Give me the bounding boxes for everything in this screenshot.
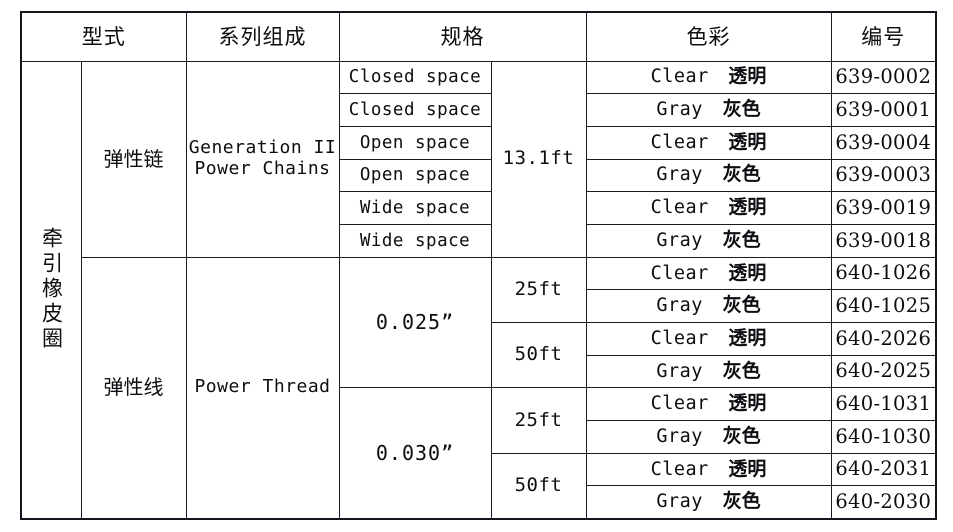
- color-cell: Gray 灰色: [585, 289, 832, 323]
- group-type-cell-0: 弹性链: [80, 60, 187, 258]
- color-cell: Gray 灰色: [585, 420, 832, 454]
- color-cn: 灰色: [722, 294, 761, 317]
- color-en: Gray: [656, 99, 703, 121]
- table-row: 牵引橡皮圈 弹性链 Generation II Power Chains Clo…: [20, 60, 937, 520]
- group-series-cell-0: Generation II Power Chains: [185, 60, 340, 258]
- page-root: 型式 系列组成 规格 色彩 编号 牵引橡皮圈 弹性链 Generation II…: [0, 0, 953, 532]
- number-cell: 639-0002: [830, 60, 937, 95]
- number-cell: 639-0019: [830, 191, 937, 225]
- number-cell: 639-0001: [830, 93, 937, 127]
- color-cell: Gray 灰色: [585, 485, 832, 520]
- color-cell: Clear 透明: [585, 452, 832, 487]
- color-cell: Gray 灰色: [585, 223, 832, 258]
- spec-cell: Wide space: [338, 191, 492, 225]
- number-cell: 640-2030: [830, 485, 937, 520]
- spec-length-cell: 50ft: [490, 321, 587, 389]
- header-cell-color: 色彩: [585, 11, 832, 62]
- color-cn: 灰色: [722, 424, 761, 447]
- color-cn: 透明: [728, 392, 767, 415]
- color-cell: Clear 透明: [585, 256, 832, 291]
- color-en: Clear: [650, 131, 709, 153]
- product-spec-table: 型式 系列组成 规格 色彩 编号 牵引橡皮圈 弹性链 Generation II…: [20, 11, 937, 520]
- color-cell: Gray 灰色: [585, 354, 832, 389]
- color-cell: Clear 透明: [585, 322, 832, 356]
- spec-cell: Open space: [338, 158, 492, 193]
- spec-size-cell-1: 0.030”: [338, 387, 492, 520]
- header-cell-type: 型式: [20, 11, 187, 62]
- table-row: 弹性线 Power Thread 0.025” 25ft Clear 透明 64…: [21, 256, 937, 520]
- number-cell: 640-1025: [830, 289, 937, 323]
- color-cn: 灰色: [722, 490, 761, 513]
- number-cell: 640-2025: [830, 354, 937, 389]
- number-cell: 640-2026: [830, 322, 937, 356]
- table-header-row: 型式 系列组成 规格 色彩 编号: [20, 11, 937, 62]
- color-en: Clear: [650, 393, 709, 415]
- number-cell: 639-0018: [830, 223, 937, 258]
- number-cell: 640-1030: [830, 420, 937, 454]
- color-cn: 透明: [728, 457, 767, 480]
- color-cell: Clear 透明: [585, 125, 832, 160]
- color-cn: 透明: [728, 196, 767, 219]
- number-cell: 640-1031: [830, 387, 937, 422]
- color-cn: 透明: [728, 261, 767, 284]
- color-en: Gray: [656, 164, 703, 186]
- color-cn: 透明: [728, 130, 767, 153]
- color-en: Gray: [656, 360, 703, 382]
- number-cell: 639-0003: [830, 158, 937, 193]
- group-type-cell-1: 弹性线: [80, 256, 187, 520]
- series-line-1: Power Thread: [194, 376, 331, 398]
- color-en: Clear: [650, 458, 709, 480]
- header-cell-series: 系列组成: [185, 11, 340, 62]
- color-cell: Clear 透明: [585, 191, 832, 225]
- color-cn: 透明: [728, 326, 767, 349]
- spec-length-cell: 25ft: [490, 387, 587, 454]
- color-cn: 透明: [728, 65, 767, 88]
- color-en: Clear: [650, 262, 709, 284]
- spec-size-cell-0: 0.025”: [338, 256, 492, 389]
- group-series-cell-1: Power Thread: [185, 256, 340, 520]
- spec-length-cell: 50ft: [490, 452, 587, 520]
- number-cell: 639-0004: [830, 125, 937, 160]
- spec-cell: Closed space: [338, 60, 492, 95]
- series-line-2: Power Chains: [194, 158, 331, 180]
- spec-cell: Open space: [338, 125, 492, 160]
- spec-length-cell: 25ft: [490, 256, 587, 324]
- color-cell: Clear 透明: [585, 387, 832, 422]
- header-cell-spec: 规格: [338, 11, 587, 62]
- header-cell-number: 编号: [830, 11, 937, 62]
- spec-cell: Closed space: [338, 93, 492, 127]
- color-en: Gray: [656, 229, 703, 251]
- color-en: Clear: [650, 327, 709, 349]
- group-length-cell-0: 13.1ft: [490, 60, 587, 258]
- color-en: Gray: [656, 491, 703, 513]
- spec-cell: Wide space: [338, 223, 492, 258]
- color-cn: 灰色: [722, 163, 761, 186]
- number-cell: 640-2031: [830, 452, 937, 487]
- color-cell: Gray 灰色: [585, 158, 832, 193]
- number-cell: 640-1026: [830, 256, 937, 291]
- color-en: Clear: [650, 197, 709, 219]
- color-cell: Clear 透明: [585, 60, 832, 95]
- color-en: Clear: [650, 66, 709, 88]
- series-line-1: Generation II: [188, 137, 337, 159]
- color-cell: Gray 灰色: [585, 93, 832, 127]
- color-en: Gray: [656, 295, 703, 317]
- color-en: Gray: [656, 425, 703, 447]
- color-cn: 灰色: [722, 98, 761, 121]
- category-label-text: 牵引橡皮圈: [39, 227, 64, 353]
- color-cn: 灰色: [722, 359, 761, 382]
- category-label-cell: 牵引橡皮圈: [20, 60, 82, 520]
- color-cn: 灰色: [722, 228, 761, 251]
